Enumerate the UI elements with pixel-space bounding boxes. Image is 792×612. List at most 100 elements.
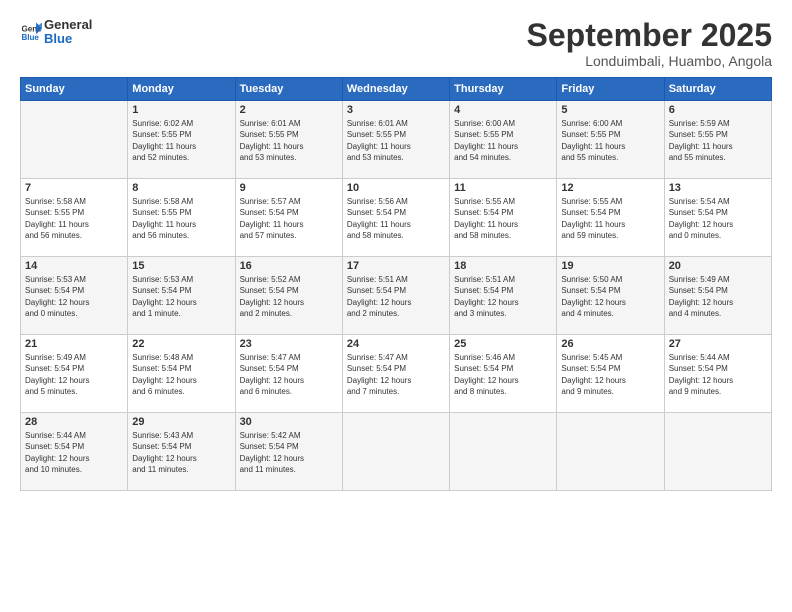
day-info: Sunrise: 6:02 AM Sunset: 5:55 PM Dayligh… [132, 118, 230, 163]
day-number: 18 [454, 260, 552, 272]
calendar-cell: 24Sunrise: 5:47 AM Sunset: 5:54 PM Dayli… [342, 335, 449, 413]
day-header-sunday: Sunday [21, 78, 128, 101]
day-info: Sunrise: 5:45 AM Sunset: 5:54 PM Dayligh… [561, 352, 659, 397]
calendar-cell [342, 413, 449, 491]
calendar-cell: 19 Sunrise: 5:50 AM Sunset: 5:54 PM Dayli… [557, 257, 664, 335]
calendar-cell: 25 Sunrise: 5:46 AM Sunset: 5:54 PM Dayli… [450, 335, 557, 413]
day-info: Sunrise: 5:44 AM Sunset: 5:54 PM Dayligh… [669, 352, 767, 397]
calendar-cell [21, 101, 128, 179]
calendar-cell: 8Sunrise: 5:58 AM Sunset: 5:55 PM Daylig… [128, 179, 235, 257]
day-info: Sunrise: 5:57 AM Sunset: 5:54 PM Dayligh… [240, 196, 338, 241]
day-header-saturday: Saturday [664, 78, 771, 101]
calendar-cell: 18 Sunrise: 5:51 AM Sunset: 5:54 PM Dayli… [450, 257, 557, 335]
day-info: Sunrise: 5:51 AM Sunset: 5:54 PM Dayligh… [454, 274, 552, 319]
calendar-cell: 7 Sunrise: 5:58 AM Sunset: 5:55 PM Daylig… [21, 179, 128, 257]
day-info: Sunrise: 5:46 AM Sunset: 5:54 PM Dayligh… [454, 352, 552, 397]
day-header-wednesday: Wednesday [342, 78, 449, 101]
calendar-cell: 11 Sunrise: 5:55 AM Sunset: 5:54 PM Dayli… [450, 179, 557, 257]
calendar-cell [450, 413, 557, 491]
day-number: 25 [454, 338, 552, 350]
day-info: Sunrise: 5:55 AM Sunset: 5:54 PM Dayligh… [454, 196, 552, 241]
day-info: Sunrise: 5:43 AM Sunset: 5:54 PM Dayligh… [132, 430, 230, 475]
day-info: Sunrise: 5:49 AM Sunset: 5:54 PM Dayligh… [669, 274, 767, 319]
calendar-cell: 22 Sunrise: 5:48 AM Sunset: 5:54 PM Dayli… [128, 335, 235, 413]
day-info: Sunrise: 6:00 AM Sunset: 5:55 PM Dayligh… [454, 118, 552, 163]
day-number: 30 [240, 416, 338, 428]
day-number: 19 [561, 260, 659, 272]
day-number: 21 [25, 338, 123, 350]
calendar-cell: 30Sunrise: 5:42 AM Sunset: 5:54 PM Dayli… [235, 413, 342, 491]
day-info: Sunrise: 5:48 AM Sunset: 5:54 PM Dayligh… [132, 352, 230, 397]
day-number: 9 [240, 182, 338, 194]
day-number: 22 [132, 338, 230, 350]
calendar-cell: 29 Sunrise: 5:43 AM Sunset: 5:54 PM Dayli… [128, 413, 235, 491]
day-number: 7 [25, 182, 123, 194]
month-title: September 2025 [527, 18, 772, 53]
calendar-cell [664, 413, 771, 491]
calendar-cell: 14 Sunrise: 5:53 AM Sunset: 5:54 PM Dayli… [21, 257, 128, 335]
day-number: 28 [25, 416, 123, 428]
day-info: Sunrise: 5:47 AM Sunset: 5:54 PM Dayligh… [347, 352, 445, 397]
calendar-cell: 20Sunrise: 5:49 AM Sunset: 5:54 PM Dayli… [664, 257, 771, 335]
day-info: Sunrise: 6:01 AM Sunset: 5:55 PM Dayligh… [347, 118, 445, 163]
day-number: 23 [240, 338, 338, 350]
day-info: Sunrise: 5:58 AM Sunset: 5:55 PM Dayligh… [132, 196, 230, 241]
calendar-week-1: 1 Sunrise: 6:02 AM Sunset: 5:55 PM Daylig… [21, 101, 772, 179]
day-info: Sunrise: 5:53 AM Sunset: 5:54 PM Dayligh… [25, 274, 123, 319]
calendar-week-2: 7 Sunrise: 5:58 AM Sunset: 5:55 PM Daylig… [21, 179, 772, 257]
day-number: 10 [347, 182, 445, 194]
logo: General Blue General Blue [20, 18, 92, 47]
calendar-cell: 28 Sunrise: 5:44 AM Sunset: 5:54 PM Dayli… [21, 413, 128, 491]
day-header-friday: Friday [557, 78, 664, 101]
calendar-cell [557, 413, 664, 491]
day-info: Sunrise: 6:00 AM Sunset: 5:55 PM Dayligh… [561, 118, 659, 163]
calendar-cell: 10 Sunrise: 5:56 AM Sunset: 5:54 PM Dayli… [342, 179, 449, 257]
day-info: Sunrise: 5:59 AM Sunset: 5:55 PM Dayligh… [669, 118, 767, 163]
calendar-cell: 13 Sunrise: 5:54 AM Sunset: 5:54 PM Dayli… [664, 179, 771, 257]
calendar-cell: 15Sunrise: 5:53 AM Sunset: 5:54 PM Dayli… [128, 257, 235, 335]
calendar-cell: 17Sunrise: 5:51 AM Sunset: 5:54 PM Dayli… [342, 257, 449, 335]
day-number: 14 [25, 260, 123, 272]
calendar-cell: 27 Sunrise: 5:44 AM Sunset: 5:54 PM Dayli… [664, 335, 771, 413]
day-info: Sunrise: 5:44 AM Sunset: 5:54 PM Dayligh… [25, 430, 123, 475]
day-info: Sunrise: 6:01 AM Sunset: 5:55 PM Dayligh… [240, 118, 338, 163]
day-info: Sunrise: 5:58 AM Sunset: 5:55 PM Dayligh… [25, 196, 123, 241]
day-number: 13 [669, 182, 767, 194]
calendar-cell: 5 Sunrise: 6:00 AM Sunset: 5:55 PM Daylig… [557, 101, 664, 179]
day-number: 4 [454, 104, 552, 116]
day-info: Sunrise: 5:54 AM Sunset: 5:54 PM Dayligh… [669, 196, 767, 241]
day-number: 11 [454, 182, 552, 194]
day-number: 2 [240, 104, 338, 116]
day-number: 29 [132, 416, 230, 428]
day-number: 27 [669, 338, 767, 350]
day-header-thursday: Thursday [450, 78, 557, 101]
calendar-week-4: 21 Sunrise: 5:49 AM Sunset: 5:54 PM Dayli… [21, 335, 772, 413]
calendar-cell: 9 Sunrise: 5:57 AM Sunset: 5:54 PM Daylig… [235, 179, 342, 257]
location: Londuimbali, Huambo, Angola [527, 53, 772, 69]
day-info: Sunrise: 5:50 AM Sunset: 5:54 PM Dayligh… [561, 274, 659, 319]
day-info: Sunrise: 5:56 AM Sunset: 5:54 PM Dayligh… [347, 196, 445, 241]
day-number: 1 [132, 104, 230, 116]
calendar-week-5: 28 Sunrise: 5:44 AM Sunset: 5:54 PM Dayli… [21, 413, 772, 491]
day-info: Sunrise: 5:49 AM Sunset: 5:54 PM Dayligh… [25, 352, 123, 397]
calendar-cell: 26 Sunrise: 5:45 AM Sunset: 5:54 PM Dayli… [557, 335, 664, 413]
day-number: 5 [561, 104, 659, 116]
calendar-cell: 16Sunrise: 5:52 AM Sunset: 5:54 PM Dayli… [235, 257, 342, 335]
day-number: 26 [561, 338, 659, 350]
calendar-cell: 1 Sunrise: 6:02 AM Sunset: 5:55 PM Daylig… [128, 101, 235, 179]
day-number: 12 [561, 182, 659, 194]
calendar-cell: 23Sunrise: 5:47 AM Sunset: 5:54 PM Dayli… [235, 335, 342, 413]
calendar-header: SundayMondayTuesdayWednesdayThursdayFrid… [21, 78, 772, 101]
day-info: Sunrise: 5:52 AM Sunset: 5:54 PM Dayligh… [240, 274, 338, 319]
logo-general: General [44, 18, 92, 32]
logo-blue: Blue [44, 32, 92, 46]
day-number: 15 [132, 260, 230, 272]
calendar-cell: 2 Sunrise: 6:01 AM Sunset: 5:55 PM Daylig… [235, 101, 342, 179]
day-number: 6 [669, 104, 767, 116]
calendar-cell: 12Sunrise: 5:55 AM Sunset: 5:54 PM Dayli… [557, 179, 664, 257]
day-info: Sunrise: 5:51 AM Sunset: 5:54 PM Dayligh… [347, 274, 445, 319]
day-header-monday: Monday [128, 78, 235, 101]
calendar-cell: 21 Sunrise: 5:49 AM Sunset: 5:54 PM Dayli… [21, 335, 128, 413]
title-block: September 2025 Londuimbali, Huambo, Ango… [527, 18, 772, 69]
day-header-tuesday: Tuesday [235, 78, 342, 101]
